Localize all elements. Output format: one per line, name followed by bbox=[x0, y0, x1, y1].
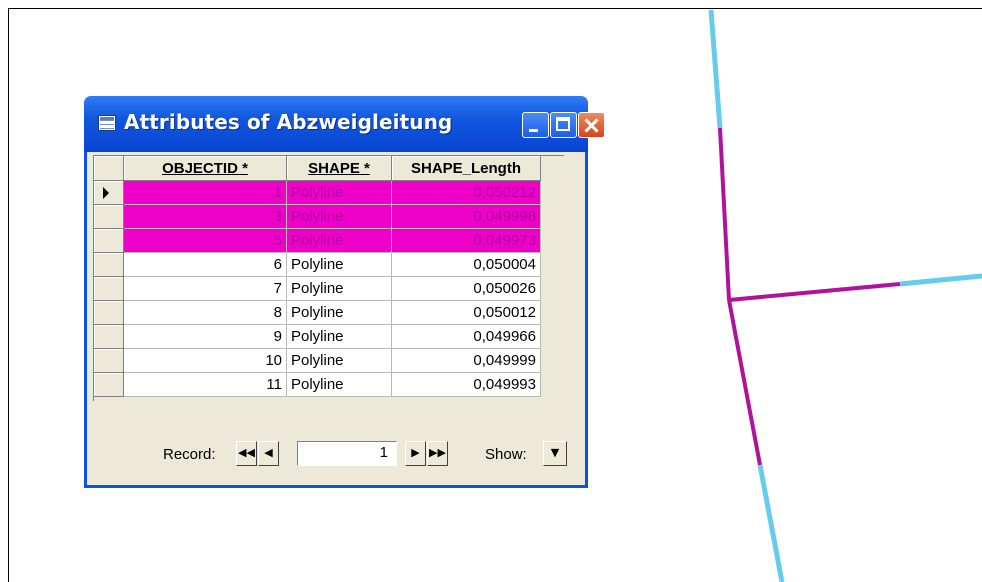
line-segment-east-cyan bbox=[899, 273, 982, 287]
row-selector[interactable] bbox=[94, 204, 124, 229]
cell-shape-length[interactable]: 0,050026 bbox=[391, 276, 541, 301]
cell-shape[interactable]: Polyline bbox=[286, 252, 392, 277]
table-row[interactable]: 7 Polyline 0,050026 bbox=[94, 276, 541, 301]
cell-shape-length[interactable]: 0,050012 bbox=[391, 300, 541, 325]
line-segment-south-magenta bbox=[727, 299, 762, 466]
line-segment-north-cyan bbox=[708, 9, 723, 129]
row-selector[interactable] bbox=[94, 228, 124, 253]
window-client: OBJECTID * SHAPE * SHAPE_Length 1 Polylin… bbox=[87, 152, 585, 485]
line-segment-east-magenta bbox=[728, 282, 901, 302]
cell-shape[interactable]: Polyline bbox=[286, 300, 392, 325]
minimize-button[interactable] bbox=[522, 112, 549, 138]
row-selector[interactable] bbox=[94, 276, 124, 301]
cell-shape[interactable]: Polyline bbox=[286, 276, 392, 301]
table-header-row: OBJECTID * SHAPE * SHAPE_Length bbox=[94, 156, 541, 181]
record-number-input[interactable]: 1 bbox=[297, 441, 397, 466]
show-label: Show: bbox=[485, 446, 527, 463]
cell-shape-length[interactable]: 0,049993 bbox=[391, 372, 541, 397]
record-label: Record: bbox=[163, 446, 216, 463]
cell-objectid[interactable]: 5 bbox=[123, 228, 287, 253]
cell-shape[interactable]: Polyline bbox=[286, 372, 392, 397]
last-record-button[interactable]: ▶▶ bbox=[427, 441, 448, 466]
cell-shape-length[interactable]: 0,049973 bbox=[391, 228, 541, 253]
row-selector[interactable] bbox=[94, 324, 124, 349]
cell-objectid[interactable]: 10 bbox=[123, 348, 287, 373]
attributes-window: Attributes of Abzweigleitung OBJECTID * … bbox=[84, 96, 605, 488]
cell-objectid[interactable]: 1 bbox=[123, 180, 287, 205]
cell-objectid[interactable]: 7 bbox=[123, 276, 287, 301]
cell-objectid[interactable]: 9 bbox=[123, 324, 287, 349]
cell-objectid[interactable]: 6 bbox=[123, 252, 287, 277]
current-row-arrow-icon bbox=[103, 187, 109, 199]
cell-shape-length[interactable]: 0,049999 bbox=[391, 348, 541, 373]
cell-objectid[interactable]: 11 bbox=[123, 372, 287, 397]
close-button[interactable] bbox=[578, 112, 605, 138]
cell-shape[interactable]: Polyline bbox=[286, 324, 392, 349]
line-segment-north-magenta bbox=[718, 127, 731, 301]
cell-shape[interactable]: Polyline bbox=[286, 204, 392, 229]
cell-shape[interactable]: Polyline bbox=[286, 180, 392, 205]
row-selector[interactable] bbox=[94, 372, 124, 397]
cell-shape-length[interactable]: 0,049966 bbox=[391, 324, 541, 349]
table-row[interactable]: 3 Polyline 0,049998 bbox=[94, 204, 541, 229]
next-record-button[interactable]: ▶ bbox=[405, 441, 426, 466]
previous-record-button[interactable]: ◀ bbox=[258, 441, 279, 466]
row-selector[interactable] bbox=[94, 300, 124, 325]
cell-shape[interactable]: Polyline bbox=[286, 228, 392, 253]
select-all-header[interactable] bbox=[94, 156, 124, 181]
row-selector[interactable] bbox=[94, 180, 124, 205]
first-record-button[interactable]: ◀◀ bbox=[236, 441, 257, 466]
table-row[interactable]: 10 Polyline 0,049999 bbox=[94, 348, 541, 373]
table-body: 1 Polyline 0,050212 3 Polyline 0,049998 5 Polyl… bbox=[94, 180, 541, 397]
title-bar[interactable]: Attributes of Abzweigleitung bbox=[84, 96, 605, 152]
window-title: Attributes of Abzweigleitung bbox=[124, 110, 453, 134]
line-segment-south-cyan bbox=[757, 464, 785, 582]
attribute-table: OBJECTID * SHAPE * SHAPE_Length 1 Polylin… bbox=[93, 155, 564, 401]
column-header-objectid[interactable]: OBJECTID * bbox=[123, 156, 287, 181]
table-row[interactable]: 11 Polyline 0,049993 bbox=[94, 372, 541, 397]
table-row[interactable]: 9 Polyline 0,049966 bbox=[94, 324, 541, 349]
maximize-button[interactable] bbox=[550, 112, 577, 138]
table-row[interactable]: 6 Polyline 0,050004 bbox=[94, 252, 541, 277]
table-icon bbox=[98, 115, 116, 131]
table-row[interactable]: 1 Polyline 0,050212 bbox=[94, 180, 541, 205]
table-row[interactable]: 8 Polyline 0,050012 bbox=[94, 300, 541, 325]
cell-shape-length[interactable]: 0,050212 bbox=[391, 180, 541, 205]
cell-shape[interactable]: Polyline bbox=[286, 348, 392, 373]
row-selector[interactable] bbox=[94, 252, 124, 277]
column-header-shape-length[interactable]: SHAPE_Length bbox=[391, 156, 541, 181]
row-selector[interactable] bbox=[94, 348, 124, 373]
table-row[interactable]: 5 Polyline 0,049973 bbox=[94, 228, 541, 253]
cell-shape-length[interactable]: 0,050004 bbox=[391, 252, 541, 277]
cell-objectid[interactable]: 3 bbox=[123, 204, 287, 229]
column-header-shape[interactable]: SHAPE * bbox=[286, 156, 392, 181]
show-dropdown-button[interactable]: ▼ bbox=[543, 441, 567, 466]
cell-shape-length[interactable]: 0,049998 bbox=[391, 204, 541, 229]
cell-objectid[interactable]: 8 bbox=[123, 300, 287, 325]
